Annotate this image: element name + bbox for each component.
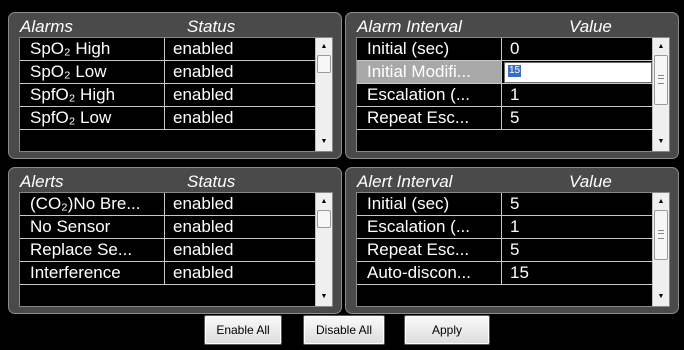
alarms-scrollbar[interactable]: ▲ ▼ (315, 38, 332, 151)
interval-name-cell: Initial (sec) (357, 38, 502, 60)
table-row[interactable]: SpfO₂ Low enabled (20, 107, 315, 130)
disable-all-button[interactable]: Disable All (303, 315, 385, 345)
alarm-status-cell[interactable]: enabled (166, 61, 315, 83)
table-row[interactable]: Initial (sec) 5 (357, 193, 652, 216)
interval-value-cell[interactable]: 1 (503, 84, 652, 106)
table-row[interactable]: (CO₂)No Bre... enabled (20, 193, 315, 216)
alarms-column-header: Alarms (20, 17, 73, 36)
table-row[interactable]: Interference enabled (20, 262, 315, 285)
scroll-down-arrow-icon[interactable]: ▼ (653, 290, 669, 304)
alarm-interval-panel: Alarm Interval Value Initial (sec) 0 Ini… (345, 12, 679, 159)
interval-value-cell[interactable]: 15 (503, 262, 652, 284)
alert-interval-table[interactable]: Initial (sec) 5 Escalation (... 1 Repeat… (356, 192, 670, 307)
alarm-interval-column-header: Alarm Interval (357, 17, 462, 36)
alert-status-cell[interactable]: enabled (166, 216, 315, 238)
enable-all-button[interactable]: Enable All (204, 315, 282, 345)
scroll-thumb[interactable] (654, 210, 668, 260)
alert-interval-column-header: Alert Interval (357, 172, 453, 191)
scroll-up-arrow-icon[interactable]: ▲ (316, 40, 332, 54)
alert-interval-scrollbar[interactable]: ▲ ▼ (652, 193, 669, 306)
alert-interval-header: Alert Interval Value (356, 172, 669, 191)
table-row-selected[interactable]: Initial Modifi... 15 (357, 61, 652, 84)
interval-name-cell: Initial Modifi... (357, 61, 502, 83)
alarms-header: Alarms Status (19, 17, 332, 36)
table-row[interactable]: SpO₂ High enabled (20, 38, 315, 61)
alarm-status-cell[interactable]: enabled (166, 84, 315, 106)
interval-name-cell: Repeat Esc... (357, 239, 502, 261)
status-column-header: Status (187, 172, 236, 191)
alert-name-cell: Replace Se... (20, 239, 165, 261)
interval-value-cell[interactable]: 5 (503, 193, 652, 215)
interval-value-cell[interactable]: 1 (503, 216, 652, 238)
alerts-panel: Alerts Status (CO₂)No Bre... enabled No … (8, 167, 342, 314)
alarms-table[interactable]: SpO₂ High enabled SpO₂ Low enabled SpfO₂… (19, 37, 333, 152)
table-row[interactable]: Replace Se... enabled (20, 239, 315, 262)
table-row[interactable]: Escalation (... 1 (357, 84, 652, 107)
table-row[interactable]: Repeat Esc... 5 (357, 107, 652, 130)
table-row[interactable]: Initial (sec) 0 (357, 38, 652, 61)
alarm-name-cell: SpfO₂ High (20, 84, 165, 106)
interval-name-cell: Escalation (... (357, 216, 502, 238)
alert-name-cell: (CO₂)No Bre... (20, 193, 165, 215)
alarm-name-cell: SpfO₂ Low (20, 107, 165, 129)
interval-name-cell: Auto-discon... (357, 262, 502, 284)
alarm-interval-scrollbar[interactable]: ▲ ▼ (652, 38, 669, 151)
scroll-thumb[interactable] (317, 55, 331, 73)
alarm-interval-table[interactable]: Initial (sec) 0 Initial Modifi... 15 Esc… (356, 37, 670, 152)
alarm-status-cell[interactable]: enabled (166, 107, 315, 129)
scroll-down-arrow-icon[interactable]: ▼ (316, 135, 332, 149)
alarm-name-cell: SpO₂ High (20, 38, 165, 60)
alarm-interval-header: Alarm Interval Value (356, 17, 669, 36)
scroll-thumb[interactable] (317, 210, 331, 228)
alert-status-cell[interactable]: enabled (166, 262, 315, 284)
scroll-down-arrow-icon[interactable]: ▼ (653, 135, 669, 149)
alert-name-cell: Interference (20, 262, 165, 284)
table-row[interactable]: Auto-discon... 15 (357, 262, 652, 285)
scroll-thumb[interactable] (654, 55, 668, 105)
alert-interval-panel: Alert Interval Value Initial (sec) 5 Esc… (345, 167, 679, 314)
alert-status-cell[interactable]: enabled (166, 239, 315, 261)
alarm-status-cell[interactable]: enabled (166, 38, 315, 60)
status-column-header: Status (187, 17, 236, 36)
table-row[interactable]: Repeat Esc... 5 (357, 239, 652, 262)
interval-name-cell: Repeat Esc... (357, 107, 502, 129)
scroll-up-arrow-icon[interactable]: ▲ (653, 40, 669, 54)
alert-status-cell[interactable]: enabled (166, 193, 315, 215)
table-row[interactable]: Escalation (... 1 (357, 216, 652, 239)
alerts-header: Alerts Status (19, 172, 332, 191)
alarm-name-cell: SpO₂ Low (20, 61, 165, 83)
interval-value-selected-text[interactable]: 15 (508, 65, 522, 77)
scroll-down-arrow-icon[interactable]: ▼ (316, 290, 332, 304)
alert-name-cell: No Sensor (20, 216, 165, 238)
scroll-up-arrow-icon[interactable]: ▲ (316, 195, 332, 209)
scroll-up-arrow-icon[interactable]: ▲ (653, 195, 669, 209)
alarms-panel: Alarms Status SpO₂ High enabled SpO₂ Low… (8, 12, 342, 159)
alerts-scrollbar[interactable]: ▲ ▼ (315, 193, 332, 306)
value-column-header: Value (569, 172, 612, 191)
table-row[interactable]: SpO₂ Low enabled (20, 61, 315, 84)
apply-button[interactable]: Apply (404, 315, 490, 345)
value-column-header: Value (569, 17, 612, 36)
table-row[interactable]: SpfO₂ High enabled (20, 84, 315, 107)
interval-name-cell: Initial (sec) (357, 193, 502, 215)
interval-value-cell[interactable]: 5 (503, 107, 652, 129)
interval-value-editor[interactable]: 15 (504, 62, 652, 83)
alerts-table[interactable]: (CO₂)No Bre... enabled No Sensor enabled… (19, 192, 333, 307)
interval-name-cell: Escalation (... (357, 84, 502, 106)
interval-value-cell[interactable]: 0 (503, 38, 652, 60)
interval-value-cell[interactable]: 5 (503, 239, 652, 261)
table-row[interactable]: No Sensor enabled (20, 216, 315, 239)
alerts-column-header: Alerts (20, 172, 64, 191)
